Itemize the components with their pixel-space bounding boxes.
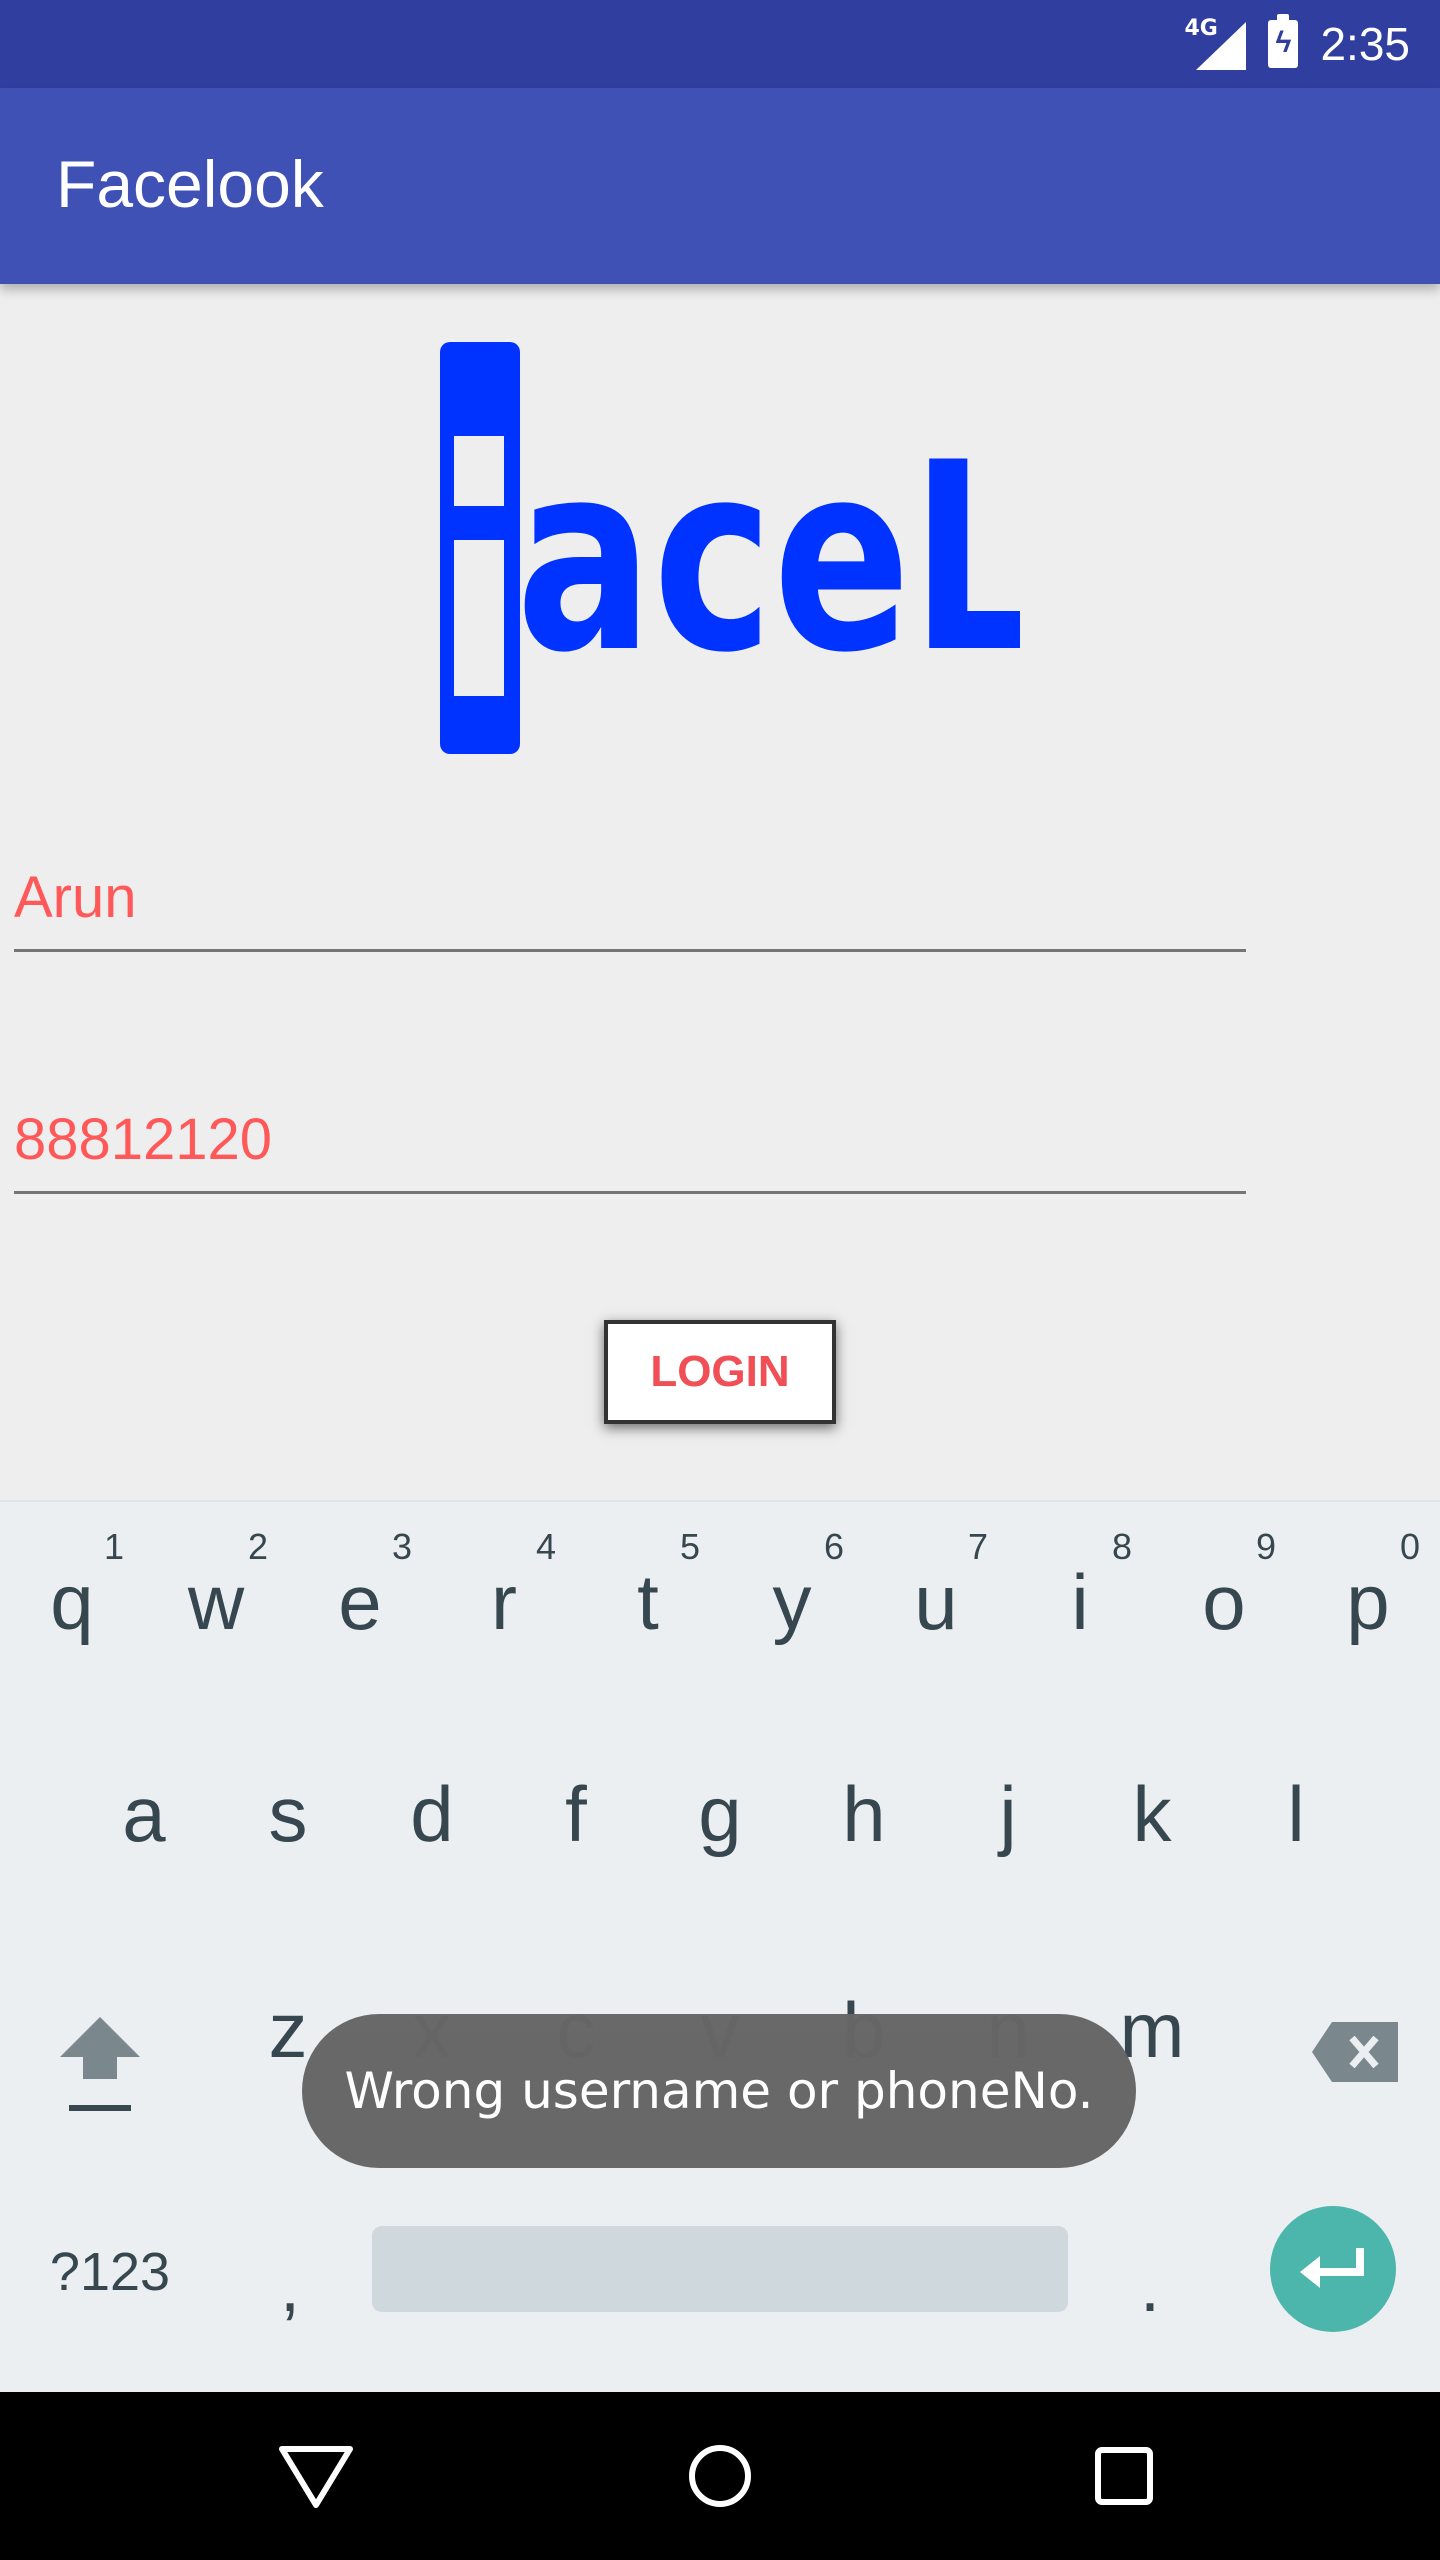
key-r[interactable]: 4r — [432, 1502, 576, 1702]
key-e[interactable]: 3e — [288, 1502, 432, 1702]
key-label: u — [914, 1558, 958, 1646]
status-time: 2:35 — [1320, 18, 1410, 70]
key-label: j — [999, 1770, 1017, 1858]
key-label: s — [268, 1770, 308, 1858]
delete-key[interactable] — [1290, 2012, 1420, 2092]
key-label: q — [50, 1558, 94, 1646]
backspace-icon — [1312, 2022, 1398, 2082]
back-icon — [279, 2446, 353, 2508]
key-s[interactable]: s — [216, 1714, 360, 1914]
key-label: a — [122, 1770, 166, 1858]
recents-icon — [1095, 2447, 1153, 2505]
key-hint: 0 — [1399, 1526, 1420, 1567]
key-hint: 8 — [1111, 1526, 1132, 1567]
key-l[interactable]: l — [1224, 1714, 1368, 1914]
key-i[interactable]: 8i — [1008, 1502, 1152, 1702]
key-t[interactable]: 5t — [576, 1502, 720, 1702]
key-hint: 1 — [103, 1526, 124, 1567]
navigation-bar — [0, 2392, 1440, 2560]
battery-charging-icon: ϟ — [1268, 14, 1299, 68]
key-hint: 4 — [535, 1526, 556, 1567]
enter-key[interactable] — [1270, 2206, 1396, 2332]
soft-keyboard: 1q 2w 3e 4r 5t 6y 7u 8i 9o 0p a s d f g … — [0, 1500, 1440, 2392]
phone-field[interactable] — [14, 1074, 1246, 1194]
app-title: Facelook — [56, 147, 324, 221]
key-label: w — [187, 1558, 245, 1646]
shift-icon — [60, 2017, 140, 2111]
back-button[interactable] — [266, 2426, 366, 2526]
enter-icon — [1300, 2248, 1364, 2288]
key-label: d — [410, 1770, 454, 1858]
home-button[interactable] — [670, 2426, 770, 2526]
key-label: r — [491, 1558, 517, 1646]
key-label: k — [1132, 1770, 1172, 1858]
key-label: z — [268, 1986, 308, 2074]
shift-key[interactable] — [40, 1992, 160, 2142]
key-label: i — [1071, 1558, 1089, 1646]
key-hint: 5 — [679, 1526, 700, 1567]
key-label: g — [698, 1770, 742, 1858]
status-bar: 4G ϟ 2:35 — [0, 0, 1440, 88]
login-button[interactable]: LOGIN — [604, 1320, 836, 1424]
key-p[interactable]: 0p — [1296, 1502, 1440, 1702]
period-key[interactable]: . — [1110, 2232, 1190, 2342]
key-f[interactable]: f — [504, 1714, 648, 1914]
key-u[interactable]: 7u — [864, 1502, 1008, 1702]
key-label: l — [1287, 1770, 1305, 1858]
svg-text:aceLook: aceLook — [516, 407, 1020, 709]
key-y[interactable]: 6y — [720, 1502, 864, 1702]
toast-message: Wrong username or phoneNo. — [344, 2062, 1094, 2120]
key-label: t — [637, 1558, 659, 1646]
key-label: e — [338, 1558, 382, 1646]
recents-button[interactable] — [1074, 2426, 1174, 2526]
key-label: m — [1119, 1986, 1185, 2074]
symbols-key[interactable]: ?123 — [30, 2232, 190, 2312]
username-input[interactable] — [14, 864, 1246, 931]
error-toast: Wrong username or phoneNo. — [302, 2014, 1136, 2168]
status-icons: 4G ϟ 2:35 — [1184, 0, 1410, 88]
key-q[interactable]: 1q — [0, 1502, 144, 1702]
key-hint: 9 — [1255, 1526, 1276, 1567]
key-a[interactable]: a — [72, 1714, 216, 1914]
key-label: o — [1202, 1558, 1246, 1646]
comma-key[interactable]: , — [250, 2232, 330, 2342]
key-d[interactable]: d — [360, 1714, 504, 1914]
key-label: y — [772, 1558, 812, 1646]
key-label: f — [565, 1770, 587, 1858]
key-j[interactable]: j — [936, 1714, 1080, 1914]
key-h[interactable]: h — [792, 1714, 936, 1914]
key-label: p — [1346, 1558, 1390, 1646]
key-hint: 6 — [823, 1526, 844, 1567]
space-bar[interactable] — [372, 2226, 1068, 2312]
username-field[interactable] — [14, 832, 1246, 952]
key-w[interactable]: 2w — [144, 1502, 288, 1702]
signal-icon: 4G — [1184, 16, 1247, 70]
key-k[interactable]: k — [1080, 1714, 1224, 1914]
home-icon — [689, 2445, 751, 2507]
facelook-logo: aceLook — [440, 342, 1020, 754]
key-g[interactable]: g — [648, 1714, 792, 1914]
key-hint: 7 — [967, 1526, 988, 1567]
key-o[interactable]: 9o — [1152, 1502, 1296, 1702]
app-bar: Facelook — [0, 88, 1440, 284]
key-hint: 2 — [247, 1526, 268, 1567]
phone-input[interactable] — [14, 1106, 1246, 1173]
key-label: h — [842, 1770, 886, 1858]
key-hint: 3 — [391, 1526, 412, 1567]
